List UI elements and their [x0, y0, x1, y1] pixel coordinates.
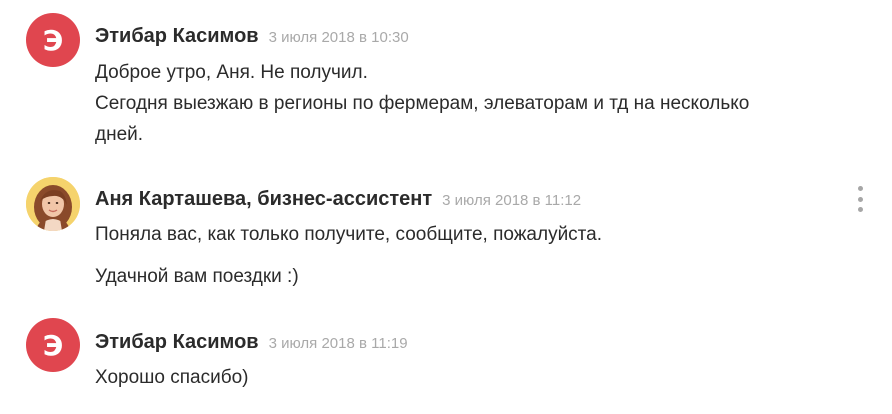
- message-timestamp[interactable]: 3 июля 2018 в 11:12: [442, 192, 581, 209]
- message-text-line: Сегодня выезжаю в регионы по фермерам, э…: [95, 93, 750, 114]
- vertical-dots-icon: [857, 196, 863, 202]
- vertical-dots-icon: [857, 207, 863, 212]
- message-text-line: дней.: [95, 124, 144, 145]
- message-text-line: Удачной вам поездки :): [95, 266, 299, 287]
- message-timestamp[interactable]: 3 июля 2018 в 10:30: [269, 29, 409, 46]
- avatar-letter: Э: [42, 328, 64, 362]
- avatar[interactable]: Э: [26, 13, 80, 67]
- author-name[interactable]: Этибар Касимов: [95, 331, 259, 353]
- message-text-line: Доброе утро, Аня. Не получил.: [95, 62, 368, 83]
- message-header: Аня Карташева, бизнес-ассистент 3 июля 20…: [95, 188, 581, 211]
- more-options-button[interactable]: [850, 186, 870, 212]
- avatar[interactable]: Э: [26, 318, 80, 372]
- message-header: Этибар Касимов 3 июля 2018 в 10:30: [95, 25, 409, 48]
- message-text-line: Поняла вас, как только получите, сообщит…: [95, 224, 603, 245]
- message-header: Этибар Касимов 3 июля 2018 в 11:19: [95, 331, 408, 354]
- author-name[interactable]: Этибар Касимов: [95, 25, 259, 47]
- avatar-photo: [26, 177, 80, 231]
- vertical-dots-icon: [857, 186, 863, 191]
- avatar[interactable]: [26, 177, 80, 231]
- message-timestamp[interactable]: 3 июля 2018 в 11:19: [269, 335, 408, 352]
- message-text-line: Хорошо спасибо): [95, 367, 249, 388]
- avatar-letter: Э: [42, 23, 64, 57]
- author-name[interactable]: Аня Карташева, бизнес-ассистент: [95, 188, 432, 210]
